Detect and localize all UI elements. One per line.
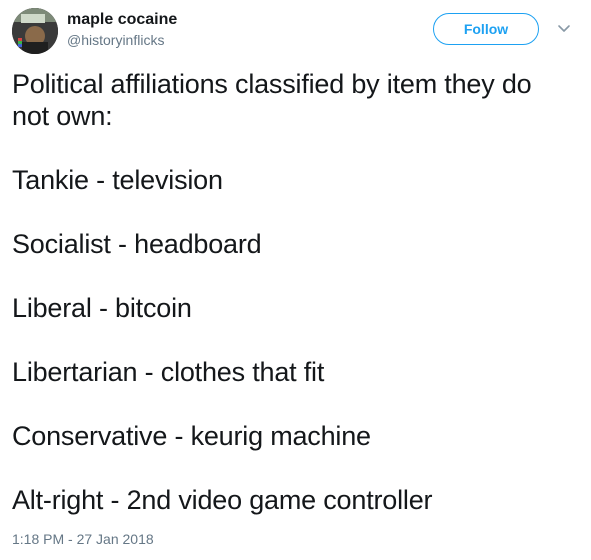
tweet-intro-line: Political affiliations classified by ite… (12, 69, 532, 99)
display-name[interactable]: maple cocaine (67, 10, 177, 30)
tweet-intro-line: not own: (12, 101, 113, 131)
tweet-timestamp[interactable]: 1:18 PM - 27 Jan 2018 (12, 530, 154, 548)
tweet-text: Political affiliations classified by ite… (12, 68, 582, 516)
chevron-down-icon[interactable] (556, 22, 572, 36)
affiliation-item: Conservative - keurig machine (12, 421, 371, 451)
affiliation-item: Tankie - television (12, 165, 223, 195)
affiliation-item: Alt-right - 2nd video game controller (12, 485, 433, 515)
user-names: maple cocaine @historyinflicks (67, 10, 177, 49)
avatar[interactable] (12, 8, 58, 54)
affiliation-item: Socialist - headboard (12, 229, 262, 259)
follow-button[interactable]: Follow (433, 13, 539, 45)
profile-photo-icon (12, 8, 58, 54)
affiliation-item: Liberal - bitcoin (12, 293, 192, 323)
tweet-card: maple cocaine @historyinflicks Follow Po… (0, 0, 591, 560)
affiliation-item: Libertarian - clothes that fit (12, 357, 325, 387)
user-handle[interactable]: @historyinflicks (67, 31, 177, 49)
